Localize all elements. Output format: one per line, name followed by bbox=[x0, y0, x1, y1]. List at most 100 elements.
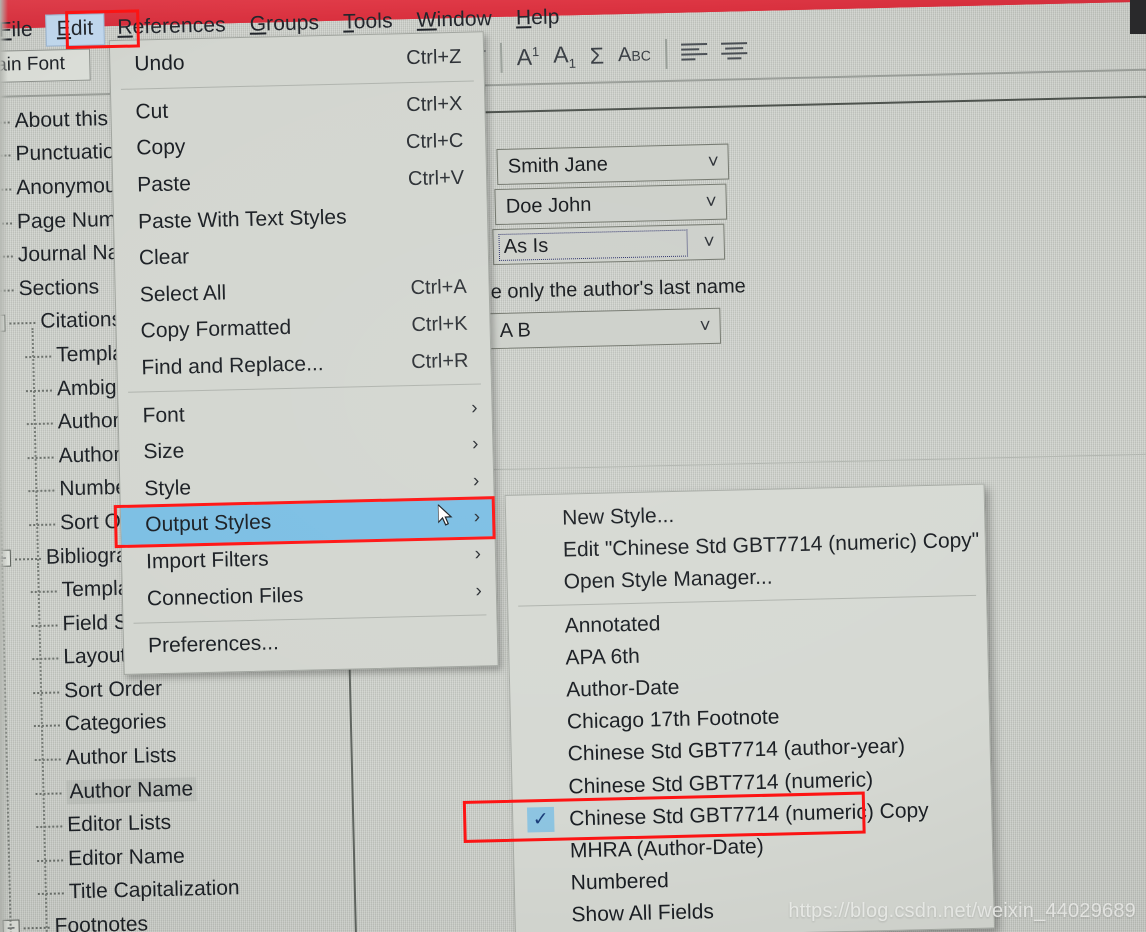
menu-item-shortcut: Ctrl+R bbox=[410, 349, 469, 373]
edit-menu-item-find-and-replace[interactable]: Find and Replace... Ctrl+R bbox=[117, 342, 491, 387]
menu-item-label: Copy Formatted bbox=[140, 316, 292, 343]
style-menu-item-label: Show All Fields bbox=[571, 900, 715, 927]
superscript-icon[interactable]: A1 bbox=[516, 44, 539, 70]
style-menu-item-label: Author-Date bbox=[565, 675, 680, 702]
style-menu-item-label: Annotated bbox=[564, 611, 661, 638]
edit-menu-item-undo[interactable]: Undo Ctrl+Z bbox=[110, 38, 484, 83]
tree-connector-icon bbox=[34, 758, 61, 762]
menu-item-label: Paste With Text Styles bbox=[137, 205, 347, 234]
menu-item-shortcut: Ctrl+V bbox=[407, 166, 465, 190]
menu-item-label: Preferences... bbox=[147, 631, 280, 658]
toolbar-icon-group: ¶ A1 A1 Σ ABC bbox=[474, 31, 747, 79]
tree-item-label: Author Lists bbox=[65, 743, 177, 770]
tree-connector-icon bbox=[28, 489, 55, 493]
chevron-right-icon: › bbox=[473, 506, 481, 529]
menu-item-shortcut: Ctrl+X bbox=[406, 93, 463, 117]
chevron-right-icon: › bbox=[472, 470, 480, 492]
endnote-style-editor-window: ⦿ FileEditReferencesGroupsToolsWindowHel… bbox=[0, 0, 1146, 932]
capitalization-help-text: lize only the author's last name bbox=[471, 275, 746, 304]
tree-connector-icon bbox=[31, 624, 58, 627]
style-menu-item-label: Chinese Std GBT7714 (numeric) Copy bbox=[568, 798, 929, 831]
tree-connector-icon bbox=[29, 523, 56, 527]
tree-item-label: Punctuation bbox=[15, 140, 127, 166]
author-name-format-value: Smith Jane bbox=[507, 152, 609, 178]
style-menu-item-label: New Style... bbox=[561, 504, 675, 530]
tree-item-label: Editor Name bbox=[67, 844, 186, 871]
tree-connector-icon bbox=[0, 188, 12, 192]
tree-connector-icon bbox=[0, 255, 13, 259]
tree-item-label: Categories bbox=[64, 710, 167, 736]
author-initials-value: A B bbox=[499, 318, 532, 342]
style-menu-item-label: Chinese Std GBT7714 (author-year) bbox=[567, 734, 906, 766]
author-name-format-select[interactable]: Smith Jane ˅ bbox=[496, 143, 730, 186]
chevron-down-icon: ˅ bbox=[707, 151, 720, 174]
tree-item-label: Citations bbox=[40, 308, 123, 334]
tree-connector-icon bbox=[0, 289, 14, 292]
edit-menu-dropdown[interactable]: Undo Ctrl+Z Cut Ctrl+X Copy Ctrl+C Paste Ctrl+V… bbox=[108, 31, 499, 675]
font-select[interactable]: Plain Font bbox=[0, 48, 91, 84]
menu-item-label: Import Filters bbox=[145, 547, 269, 574]
tree-connector-icon bbox=[25, 389, 53, 392]
tree-expander-icon[interactable]: − bbox=[0, 314, 6, 332]
menu-item-shortcut: Ctrl+K bbox=[411, 312, 468, 337]
menu-item-label: Find and Replace... bbox=[141, 352, 324, 380]
screenshot-root: ⦿ FileEditReferencesGroupsToolsWindowHel… bbox=[0, 0, 1146, 932]
edit-menu-item-preferences[interactable]: Preferences... bbox=[124, 620, 498, 665]
style-menu-item-label: Open Style Manager... bbox=[563, 566, 773, 595]
watermark: https://blog.csdn.net/weixin_44029689 bbox=[788, 900, 1136, 922]
tree-item-label: Sort Order bbox=[63, 676, 163, 703]
font-select-value: Plain Font bbox=[0, 53, 66, 77]
tree-connector-icon bbox=[33, 724, 60, 728]
tree-connector-icon bbox=[30, 590, 57, 594]
align-center-icon[interactable] bbox=[720, 42, 747, 63]
toolbar-separator bbox=[664, 38, 668, 70]
tree-connector-icon bbox=[9, 322, 36, 325]
tree-connector-icon bbox=[26, 422, 53, 426]
chevron-down-icon: ˅ bbox=[699, 316, 711, 338]
author-capitalization-value: As Is bbox=[498, 229, 689, 261]
tree-item-label: Author Name bbox=[66, 776, 197, 804]
menu-item-shortcut: Ctrl+Z bbox=[406, 45, 462, 69]
tree-item-label: Footnotes bbox=[54, 912, 149, 932]
style-menu-item-label: MHRA (Author-Date) bbox=[569, 834, 764, 863]
sigma-icon[interactable]: Σ bbox=[589, 42, 604, 68]
style-menu-item-label: Chinese Std GBT7714 (numeric) bbox=[568, 767, 874, 799]
author-initials-select[interactable]: A B ˅ bbox=[488, 307, 722, 350]
style-menu-item-label: Chicago 17th Footnote bbox=[566, 705, 780, 734]
style-menu-item-label: Numbered bbox=[570, 869, 670, 895]
author-name-second-value: Doe John bbox=[505, 193, 592, 218]
tree-connector-icon bbox=[35, 792, 62, 795]
chevron-right-icon: › bbox=[474, 543, 482, 565]
menu-item-label: Style bbox=[144, 476, 192, 501]
tree-item-label: Layout bbox=[63, 644, 127, 669]
tree-connector-icon bbox=[32, 657, 59, 661]
align-left-icon[interactable] bbox=[680, 43, 707, 64]
author-capitalization-select[interactable]: As Is ˅ bbox=[492, 223, 726, 266]
menu-item-label: Clear bbox=[138, 245, 190, 270]
tree-connector-icon bbox=[27, 456, 54, 459]
abc-spellcheck-icon[interactable]: ABC bbox=[618, 44, 651, 66]
chevron-down-icon: ˅ bbox=[703, 231, 715, 254]
menu-item-label: Font bbox=[142, 403, 185, 428]
tree-connector-icon bbox=[36, 825, 63, 829]
menu-item-label: Copy bbox=[136, 135, 186, 160]
tree-connector-icon bbox=[37, 859, 64, 862]
checkmark-icon: ✓ bbox=[526, 806, 555, 833]
menu-item-shortcut: Ctrl+C bbox=[405, 129, 464, 154]
mouse-cursor-icon bbox=[437, 503, 455, 528]
tree-connector-icon bbox=[37, 892, 64, 896]
menu-item-label: Undo bbox=[134, 51, 185, 76]
chevron-right-icon: › bbox=[470, 397, 478, 419]
tree-item-label: Title Capitalization bbox=[68, 876, 240, 904]
subscript-icon[interactable]: A1 bbox=[553, 41, 576, 71]
tree-connector-icon bbox=[0, 154, 11, 158]
edit-menu-item-connection-files[interactable]: Connection Files › bbox=[123, 572, 497, 617]
author-name-second-select[interactable]: Doe John ˅ bbox=[494, 183, 728, 226]
tree-connector-icon bbox=[0, 222, 13, 225]
menu-item-shortcut: Ctrl+A bbox=[410, 276, 467, 300]
menu-item-label: Output Styles bbox=[144, 510, 272, 537]
tree-connector-icon bbox=[25, 355, 52, 359]
chevron-right-icon: › bbox=[475, 580, 483, 602]
output-styles-submenu[interactable]: New Style... Edit "Chinese Std GBT7714 (n… bbox=[462, 483, 995, 932]
chevron-right-icon: › bbox=[471, 433, 479, 455]
